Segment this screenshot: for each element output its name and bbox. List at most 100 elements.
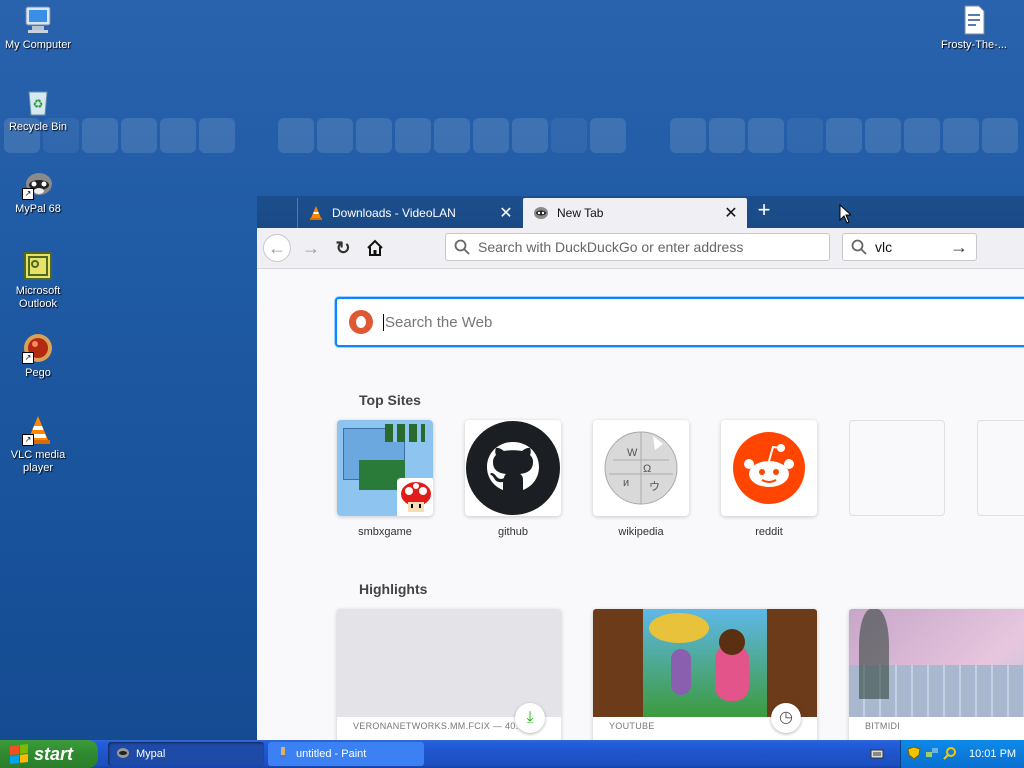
address-bar-placeholder: Search with DuckDuckGo or enter address xyxy=(478,239,744,255)
mouse-cursor-icon xyxy=(839,203,853,229)
search-icon xyxy=(851,239,867,255)
nav-toolbar: ← → ↻ Search with DuckDuckGo or enter ad… xyxy=(257,228,1024,269)
download-icon: ⤓ xyxy=(515,703,545,733)
wallpaper-tiles xyxy=(0,118,1024,154)
new-tab-button[interactable]: + xyxy=(753,199,775,222)
home-button[interactable] xyxy=(361,234,389,262)
desktop-icon-label: MyPal 68 xyxy=(15,203,61,215)
keyboard-icon[interactable] xyxy=(870,747,884,766)
desktop-icon-label: VLC media player xyxy=(10,449,66,474)
highlight-card[interactable]: BITMIDI xyxy=(849,609,1024,741)
outlook-icon xyxy=(22,250,54,282)
desktop-icon-pego[interactable]: ↗ Pego xyxy=(0,332,76,380)
svg-text:ウ: ウ xyxy=(649,480,660,493)
mypal-icon xyxy=(533,205,549,221)
taskbar-button-mypal[interactable]: Mypal xyxy=(108,742,264,766)
top-site-wikipedia[interactable]: WΩи ウ wikipedia xyxy=(593,420,689,538)
top-site-name: smbxgame xyxy=(358,526,412,538)
close-tab-icon[interactable]: ✕ xyxy=(721,203,741,223)
pego-icon: ↗ xyxy=(22,332,54,364)
taskbar-button-label: Mypal xyxy=(136,748,166,760)
search-bar-value: vlc xyxy=(875,239,893,255)
site-thumbnail xyxy=(721,420,817,516)
highlight-thumbnail xyxy=(593,609,817,717)
svg-text:и: и xyxy=(623,477,629,489)
github-icon xyxy=(466,421,560,515)
vlc-cone-icon xyxy=(308,205,324,221)
desktop-icon-label: Frosty-The-... xyxy=(940,39,1007,51)
security-shield-icon[interactable] xyxy=(907,745,921,763)
search-bar[interactable]: vlc → xyxy=(842,233,977,261)
wikipedia-globe-icon: WΩи ウ xyxy=(604,431,678,505)
highlight-source: BITMIDI xyxy=(865,721,901,731)
network-icon[interactable] xyxy=(925,746,939,763)
windows-logo-icon xyxy=(10,744,28,764)
vlc-icon: ↗ xyxy=(22,414,54,446)
reload-button[interactable]: ↻ xyxy=(329,234,357,262)
go-arrow-icon[interactable]: → xyxy=(950,237,968,258)
clock-icon: ◷ xyxy=(771,703,801,733)
site-thumbnail-placeholder xyxy=(849,420,945,516)
svg-text:Ω: Ω xyxy=(643,463,651,475)
site-thumbnail xyxy=(465,420,561,516)
top-site-github[interactable]: github xyxy=(465,420,561,538)
top-site-name: github xyxy=(498,526,528,538)
top-site-smbxgame[interactable]: smbxgame xyxy=(337,420,433,538)
top-site-reddit[interactable]: reddit xyxy=(721,420,817,538)
home-icon xyxy=(367,239,383,256)
reddit-icon xyxy=(733,432,805,504)
taskbar-button-label: untitled - Paint xyxy=(296,748,367,760)
desktop-icon-my-computer[interactable]: My Computer xyxy=(0,4,76,52)
tab-new-tab[interactable]: New Tab ✕ xyxy=(523,198,747,228)
site-thumbnail: WΩи ウ xyxy=(593,420,689,516)
forward-button[interactable]: → xyxy=(297,234,325,262)
clock[interactable]: 10:01 PM xyxy=(969,748,1016,760)
mushroom-icon xyxy=(397,478,433,516)
start-button[interactable]: start xyxy=(0,740,98,768)
highlights-heading: Highlights xyxy=(359,581,428,597)
desktop-icon-document[interactable]: Frosty-The-... xyxy=(936,4,1012,52)
browser-window: Downloads - VideoLAN ✕ New Tab ✕ + ← → ↻… xyxy=(257,196,1024,741)
document-icon xyxy=(958,4,990,36)
web-search-input[interactable]: Search the Web xyxy=(335,297,1024,347)
search-icon xyxy=(454,239,470,255)
tab-strip: Downloads - VideoLAN ✕ New Tab ✕ + xyxy=(257,196,1024,228)
site-thumbnail xyxy=(337,420,433,516)
top-sites-heading: Top Sites xyxy=(359,392,421,408)
svg-text:♻: ♻ xyxy=(33,97,44,111)
tab-title: Downloads - VideoLAN xyxy=(332,206,456,220)
start-label: start xyxy=(34,743,74,764)
top-site-empty[interactable] xyxy=(849,420,945,526)
highlight-card[interactable]: ◷ YOUTUBE xyxy=(593,609,817,741)
top-site-name: reddit xyxy=(755,526,783,538)
taskbar: start Mypal untitled - Paint 10:01 PM xyxy=(0,740,1024,768)
my-computer-icon xyxy=(22,4,54,36)
taskbar-button-paint[interactable]: untitled - Paint xyxy=(268,742,424,766)
web-search-placeholder: Search the Web xyxy=(383,313,493,331)
desktop-icon-recycle-bin[interactable]: ♻ Recycle Bin xyxy=(0,86,76,134)
highlight-card[interactable]: ⤓ VERONANETWORKS.MM.FCIX — 40.8 MB xyxy=(337,609,561,741)
search-magnifier-icon[interactable] xyxy=(943,746,957,763)
desktop-icon-outlook[interactable]: Microsoft Outlook xyxy=(0,250,76,311)
mypal-icon: ↗ xyxy=(22,168,54,200)
site-thumbnail-placeholder xyxy=(977,420,1024,516)
tab-downloads-videolan[interactable]: Downloads - VideoLAN ✕ xyxy=(297,198,522,228)
back-button[interactable]: ← xyxy=(263,234,291,262)
new-tab-page: Search the Web Top Sites smbxgame github xyxy=(257,269,1024,741)
desktop-icon-vlc[interactable]: ↗ VLC media player xyxy=(0,414,76,475)
address-bar[interactable]: Search with DuckDuckGo or enter address xyxy=(445,233,830,261)
close-tab-icon[interactable]: ✕ xyxy=(496,203,516,223)
system-tray: 10:01 PM xyxy=(900,740,1024,768)
desktop-icon-mypal[interactable]: ↗ MyPal 68 xyxy=(0,168,76,216)
recycle-bin-icon: ♻ xyxy=(22,86,54,118)
tab-title: New Tab xyxy=(557,206,604,220)
top-site-name: wikipedia xyxy=(618,526,664,538)
paint-icon xyxy=(276,746,290,763)
mypal-icon xyxy=(116,746,130,763)
svg-text:W: W xyxy=(627,447,638,459)
top-site-empty[interactable] xyxy=(977,420,1024,526)
duckduckgo-icon xyxy=(349,310,373,334)
desktop-icon-label: My Computer xyxy=(4,39,72,51)
desktop-icon-label: Microsoft Outlook xyxy=(15,285,61,310)
desktop-icon-label: Pego xyxy=(25,367,51,379)
